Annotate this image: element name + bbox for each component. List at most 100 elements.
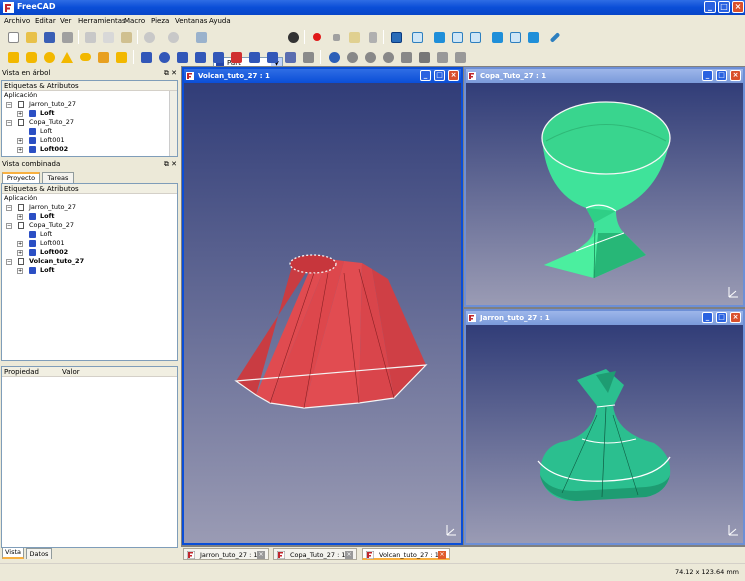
loft-icon[interactable] [247,50,261,64]
section-icon[interactable] [283,50,297,64]
left-view-button[interactable] [526,30,540,44]
copa-window[interactable]: Copa_Tuto_27 : 1 _ □ × [464,67,745,307]
tab-datos[interactable]: Datos [26,548,52,559]
edit-macro-button[interactable] [347,30,361,44]
rear-view-button[interactable] [490,30,504,44]
tab-proyecto[interactable]: Proyecto [2,172,40,183]
shape-builder-icon[interactable] [114,50,128,64]
volcan-window[interactable]: Volcan_tuto_27 : 1 _ □ × [182,67,463,545]
redo-button[interactable] [166,30,180,44]
save-button[interactable] [42,30,56,44]
cross-sections-icon[interactable] [301,50,315,64]
record-macro-button[interactable] [310,30,324,44]
tree-item[interactable]: + Loft002 [2,145,177,154]
tree-item[interactable]: + Loft [2,266,177,275]
jarron-window[interactable]: Jarron_tuto_27 : 1 _ □ × [464,309,745,545]
cone-icon[interactable] [60,50,74,64]
tree-item[interactable]: Loft [2,230,177,239]
tree-item[interactable]: − Jarron_tuto_27 [2,100,177,109]
boolean-icon[interactable] [327,50,341,64]
close-button[interactable]: × [732,1,744,13]
tree-root[interactable]: Aplicación [4,91,177,100]
check-geometry-icon[interactable] [417,50,431,64]
open-button[interactable] [24,30,38,44]
menu-ventanas[interactable]: Ventanas [175,17,207,25]
refresh-button[interactable] [194,30,208,44]
torus-icon[interactable] [78,50,92,64]
revolve-icon[interactable] [157,50,171,64]
tree-item[interactable]: − Copa_Tuto_27 [2,118,177,127]
tree-item[interactable]: + Loft001 [2,239,177,248]
maximize-button[interactable]: □ [718,1,730,13]
right-view-button[interactable] [468,30,482,44]
close-button[interactable]: × [730,70,741,81]
fillet-icon[interactable] [193,50,207,64]
whats-this-button[interactable] [286,30,300,44]
menu-ver[interactable]: Ver [60,17,71,25]
front-view-button[interactable] [432,30,446,44]
menu-ayuda[interactable]: Ayuda [209,17,231,25]
copy-button[interactable] [101,30,115,44]
minimize-button[interactable]: _ [702,70,713,81]
maximize-button[interactable]: □ [434,70,445,81]
tree-item[interactable]: + Loft [2,109,177,118]
offset-icon[interactable] [435,50,449,64]
box-icon[interactable] [6,50,20,64]
minimize-button[interactable]: _ [704,1,716,13]
close-tab-icon[interactable]: × [438,551,446,559]
tree-item[interactable]: + Loft [2,212,177,221]
tree-item[interactable]: + Loft002 [2,248,177,257]
menu-editar[interactable]: Editar [35,17,56,25]
menu-herramientas[interactable]: Herramientas [78,17,126,25]
axonometric-view-button[interactable] [410,30,424,44]
tab-copa[interactable]: Copa_Tuto_27 : 1 × [273,548,357,560]
undo-button[interactable] [142,30,156,44]
jarron-3d-view[interactable] [466,325,743,543]
tree-scrollbar[interactable] [169,91,177,156]
menu-macro[interactable]: Macro [124,17,145,25]
extrude-icon[interactable] [139,50,153,64]
dock-float-close-icons[interactable]: ⧉ ✕ [164,68,177,79]
run-macro-button[interactable] [366,30,380,44]
volcan-3d-view[interactable] [184,83,461,543]
sphere-icon[interactable] [42,50,56,64]
thickness-icon[interactable] [453,50,467,64]
bottom-view-button[interactable] [508,30,522,44]
close-tab-icon[interactable]: × [257,551,265,559]
section-op-icon[interactable] [399,50,413,64]
tree-root[interactable]: Aplicación [4,194,177,203]
copa-3d-view[interactable] [466,83,743,305]
tab-tareas[interactable]: Tareas [42,172,74,183]
close-button[interactable]: × [730,312,741,323]
maximize-button[interactable]: □ [716,70,727,81]
chamfer-icon[interactable] [211,50,225,64]
tree-item[interactable]: − Volcan_tuto_27 [2,257,177,266]
tab-vista[interactable]: Vista [2,548,24,559]
ruled-surface-icon[interactable] [229,50,243,64]
tree-item[interactable]: Loft [2,127,177,136]
tree-item[interactable]: − Copa_Tuto_27 [2,221,177,230]
sweep-icon[interactable] [265,50,279,64]
fuse-icon[interactable] [363,50,377,64]
menu-pieza[interactable]: Pieza [151,17,169,25]
top-view-button[interactable] [450,30,464,44]
tree-item[interactable]: − Jarron_tuto_27 [2,203,177,212]
minimize-button[interactable]: _ [420,70,431,81]
tab-jarron[interactable]: Jarron_tuto_27 : 1 × [183,548,269,560]
maximize-button[interactable]: □ [716,312,727,323]
cylinder-icon[interactable] [24,50,38,64]
cut-shape-icon[interactable] [345,50,359,64]
common-icon[interactable] [381,50,395,64]
tab-volcan[interactable]: Volcan_tuto_27 : 1 × [362,548,450,560]
menu-archivo[interactable]: Archivo [4,17,30,25]
new-document-button[interactable] [6,30,20,44]
dock-float-close-icons[interactable]: ⧉ ✕ [164,159,177,170]
measure-distance-button[interactable] [548,30,562,44]
print-button[interactable] [60,30,74,44]
mirror-icon[interactable] [175,50,189,64]
close-tab-icon[interactable]: × [345,551,353,559]
close-button[interactable]: × [448,70,459,81]
tree-item[interactable]: + Loft001 [2,136,177,145]
value-column[interactable]: Valor [62,367,80,377]
minimize-button[interactable]: _ [702,312,713,323]
